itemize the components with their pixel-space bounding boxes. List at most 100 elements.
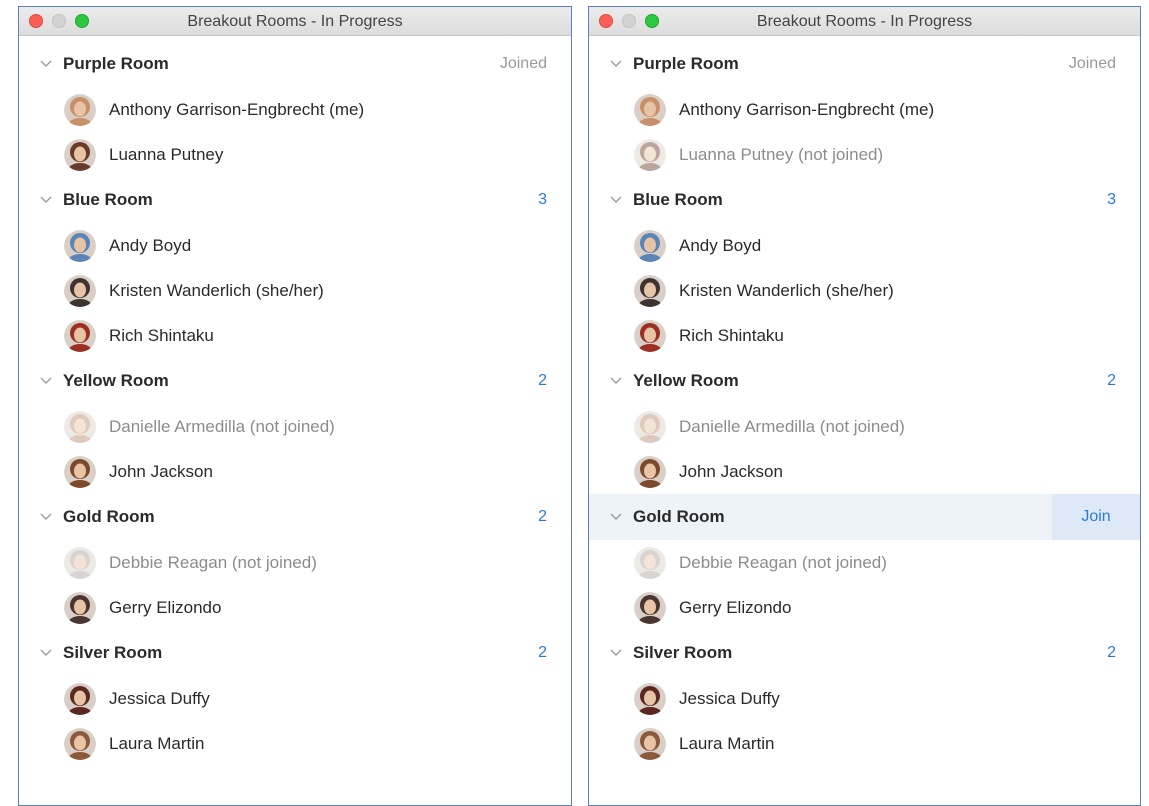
chevron-down-icon[interactable] <box>35 370 57 392</box>
participant-count: 3 <box>538 191 547 208</box>
avatar <box>634 138 666 171</box>
participant-row: Luanna Putney (not joined) <box>589 132 1140 177</box>
room-list: Purple Room Joined Anthony Garrison-Engbre… <box>589 36 1140 766</box>
avatar <box>64 229 96 262</box>
avatar <box>64 274 96 307</box>
participant-row: Danielle Armedilla (not joined) <box>589 404 1140 449</box>
avatar <box>634 93 666 126</box>
chevron-down-icon[interactable] <box>605 189 627 211</box>
room-name: Purple Room <box>63 54 169 73</box>
participant-name: Kristen Wanderlich (she/her) <box>679 280 894 300</box>
room-list: Purple Room Joined Anthony Garrison-Engbre… <box>19 36 571 766</box>
participant-row: Debbie Reagan (not joined) <box>19 540 571 585</box>
participant-name: Danielle Armedilla (not joined) <box>109 416 335 436</box>
room-header[interactable]: Blue Room 3 <box>19 177 571 223</box>
participant-row: Laura Martin <box>19 721 571 766</box>
room-name: Silver Room <box>633 643 733 662</box>
window-title: Breakout Rooms - In Progress <box>756 13 973 30</box>
avatar <box>64 455 96 488</box>
participant-row: Gerry Elizondo <box>589 585 1140 630</box>
room-name: Silver Room <box>63 643 163 662</box>
breakout-rooms-window-right: Breakout Rooms - In Progress Purple Room… <box>588 6 1141 806</box>
avatar <box>634 727 666 760</box>
participant-row: Jessica Duffy <box>589 676 1140 721</box>
room-header[interactable]: Blue Room 3 <box>589 177 1140 223</box>
participant-name: Gerry Elizondo <box>109 597 222 617</box>
room-header[interactable]: Silver Room 2 <box>589 630 1140 676</box>
avatar <box>634 455 666 488</box>
avatar <box>64 591 96 624</box>
chevron-down-icon[interactable] <box>605 53 627 75</box>
room-header[interactable]: Gold Room Join <box>589 494 1140 540</box>
participant-name: Laura Martin <box>109 733 205 753</box>
joined-status: Joined <box>499 55 547 72</box>
participant-name: Laura Martin <box>679 733 775 753</box>
room-name: Yellow Room <box>63 371 169 390</box>
participant-name: Gerry Elizondo <box>679 597 792 617</box>
chevron-down-icon[interactable] <box>35 53 57 75</box>
participant-name: Anthony Garrison-Engbrecht (me) <box>109 99 365 119</box>
room-header[interactable]: Purple Room Joined <box>19 41 571 87</box>
avatar <box>634 319 666 352</box>
participant-name: Debbie Reagan (not joined) <box>109 552 317 572</box>
participant-count: 3 <box>1107 191 1116 208</box>
avatar <box>64 319 96 352</box>
participant-row: Andy Boyd <box>589 223 1140 268</box>
participant-count: 2 <box>1107 644 1116 661</box>
participant-row: Luanna Putney <box>19 132 571 177</box>
avatar <box>64 546 96 579</box>
chevron-down-icon[interactable] <box>605 506 627 528</box>
participant-row: Andy Boyd <box>19 223 571 268</box>
title-bar: Breakout Rooms - In Progress <box>19 7 571 36</box>
room-name: Yellow Room <box>633 371 739 390</box>
participant-name: Luanna Putney <box>109 144 224 164</box>
title-bar: Breakout Rooms - In Progress <box>589 7 1140 36</box>
participant-count: 2 <box>538 508 547 525</box>
chevron-down-icon[interactable] <box>35 189 57 211</box>
participant-row: Jessica Duffy <box>19 676 571 721</box>
window-title: Breakout Rooms - In Progress <box>187 13 403 30</box>
participant-name: Andy Boyd <box>679 235 762 255</box>
participant-count: 2 <box>538 372 547 389</box>
participant-row: Anthony Garrison-Engbrecht (me) <box>589 87 1140 132</box>
participant-name: Anthony Garrison-Engbrecht (me) <box>679 99 935 119</box>
room-name: Blue Room <box>63 190 153 209</box>
avatar <box>634 546 666 579</box>
avatar <box>64 93 96 126</box>
chevron-down-icon[interactable] <box>605 370 627 392</box>
participant-row: Rich Shintaku <box>19 313 571 358</box>
room-header[interactable]: Yellow Room 2 <box>589 358 1140 404</box>
avatar <box>634 682 666 715</box>
room-header[interactable]: Purple Room Joined <box>589 41 1140 87</box>
chevron-down-icon[interactable] <box>35 506 57 528</box>
participant-count: 2 <box>1107 372 1116 389</box>
avatar <box>634 591 666 624</box>
avatar <box>634 229 666 262</box>
room-name: Purple Room <box>633 54 739 73</box>
avatar <box>634 410 666 443</box>
room-name: Gold Room <box>63 507 155 526</box>
join-button[interactable]: Join <box>1052 494 1140 540</box>
avatar <box>64 138 96 171</box>
participant-name: John Jackson <box>679 461 783 481</box>
participant-name: Andy Boyd <box>109 235 192 255</box>
chevron-down-icon[interactable] <box>605 642 627 664</box>
participant-row: Anthony Garrison-Engbrecht (me) <box>19 87 571 132</box>
participant-name: Jessica Duffy <box>679 688 780 708</box>
room-header[interactable]: Gold Room 2 <box>19 494 571 540</box>
participant-name: Debbie Reagan (not joined) <box>679 552 887 572</box>
avatar <box>634 274 666 307</box>
participant-name: Danielle Armedilla (not joined) <box>679 416 905 436</box>
participant-name: Rich Shintaku <box>109 325 214 345</box>
avatar <box>64 410 96 443</box>
room-header[interactable]: Yellow Room 2 <box>19 358 571 404</box>
room-header[interactable]: Silver Room 2 <box>19 630 571 676</box>
chevron-down-icon[interactable] <box>35 642 57 664</box>
participant-count: 2 <box>538 644 547 661</box>
participant-row: Laura Martin <box>589 721 1140 766</box>
participant-row: Rich Shintaku <box>589 313 1140 358</box>
participant-name: Kristen Wanderlich (she/her) <box>109 280 324 300</box>
participant-row: Kristen Wanderlich (she/her) <box>19 268 571 313</box>
participant-row: Gerry Elizondo <box>19 585 571 630</box>
participant-name: Rich Shintaku <box>679 325 784 345</box>
